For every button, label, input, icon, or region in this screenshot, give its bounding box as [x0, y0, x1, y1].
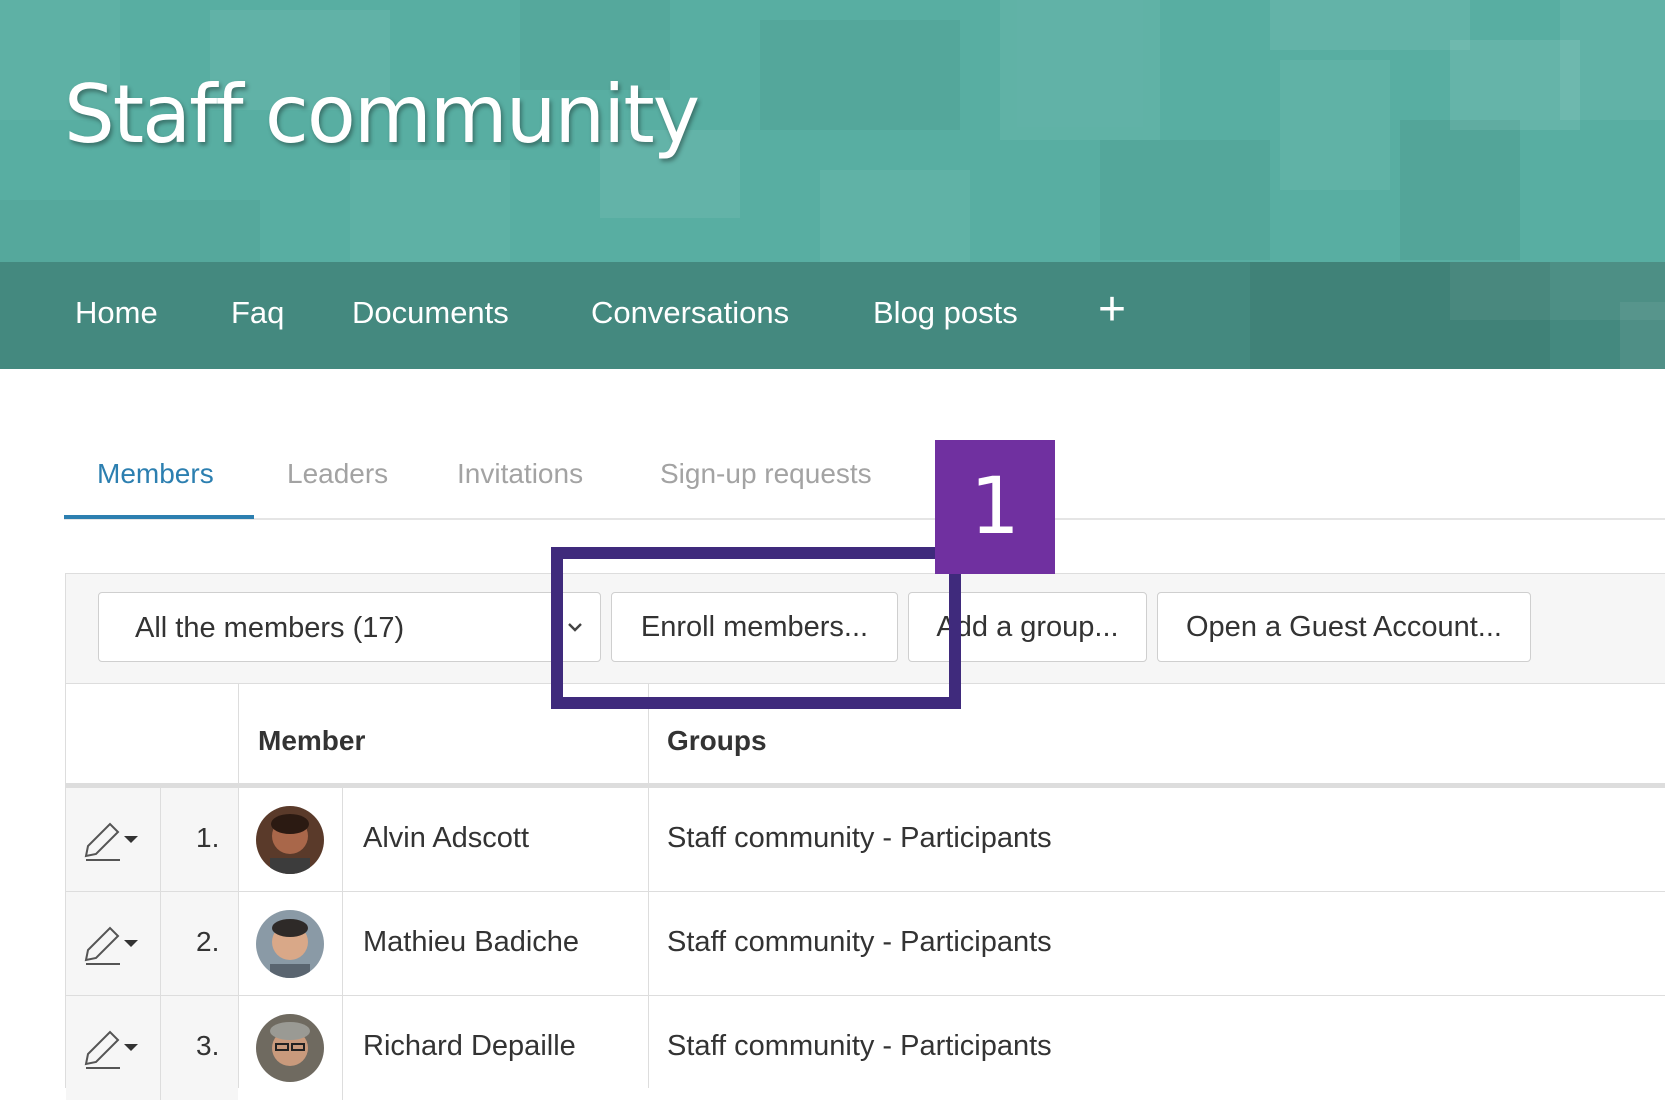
members-filter-select[interactable]: All the members (17): [98, 592, 601, 662]
member-group: Staff community - Participants: [667, 926, 1052, 958]
edit-menu-icon[interactable]: [80, 922, 144, 966]
avatar-icon: [256, 1014, 324, 1082]
community-nav: Home Faq Documents Conversations Blog po…: [0, 262, 1665, 369]
nav-pattern: [1620, 302, 1665, 369]
member-name[interactable]: Mathieu Badiche: [363, 926, 579, 959]
member-group: Staff community - Participants: [667, 1030, 1052, 1062]
nav-item-faq[interactable]: Faq: [231, 295, 284, 331]
edit-menu-icon[interactable]: [80, 818, 144, 862]
avatar-icon: [256, 910, 324, 978]
step-number-badge: 1: [935, 440, 1055, 574]
table-row: 1. Alvin Adscott Staff community - Parti…: [66, 788, 1665, 892]
member-group: Staff community - Participants: [667, 822, 1052, 854]
row-number: 2.: [196, 926, 220, 957]
tab-members[interactable]: Members: [97, 458, 214, 490]
edit-menu-icon[interactable]: [80, 1026, 144, 1070]
tabs-divider: [64, 518, 1665, 520]
nav-item-conversations[interactable]: Conversations: [591, 295, 789, 331]
table-row: 3. Richard Depaille Staff community - Pa…: [66, 996, 1665, 1100]
tab-invitations[interactable]: Invitations: [457, 458, 583, 490]
add-section-button[interactable]: +: [1098, 280, 1126, 340]
community-banner: Staff community: [0, 0, 1665, 262]
community-title: Staff community: [64, 68, 700, 161]
table-row: 2. Mathieu Badiche Staff community - Par…: [66, 892, 1665, 996]
open-guest-account-button[interactable]: Open a Guest Account...: [1157, 592, 1531, 662]
column-header-groups[interactable]: Groups: [667, 725, 767, 757]
avatar-icon: [256, 806, 324, 874]
members-filter-value: All the members (17): [135, 612, 405, 644]
row-number: 1.: [196, 822, 220, 853]
row-number: 3.: [196, 1030, 220, 1061]
column-header-member[interactable]: Member: [258, 725, 365, 757]
nav-item-blog-posts[interactable]: Blog posts: [873, 295, 1018, 331]
nav-item-home[interactable]: Home: [75, 295, 158, 331]
highlight-box: [551, 547, 961, 709]
nav-item-documents[interactable]: Documents: [352, 295, 509, 331]
member-name[interactable]: Alvin Adscott: [363, 822, 529, 855]
active-tab-indicator: [64, 515, 254, 519]
member-name[interactable]: Richard Depaille: [363, 1030, 576, 1063]
tab-leaders[interactable]: Leaders: [287, 458, 388, 490]
tab-sign-up-requests[interactable]: Sign-up requests: [660, 458, 872, 490]
